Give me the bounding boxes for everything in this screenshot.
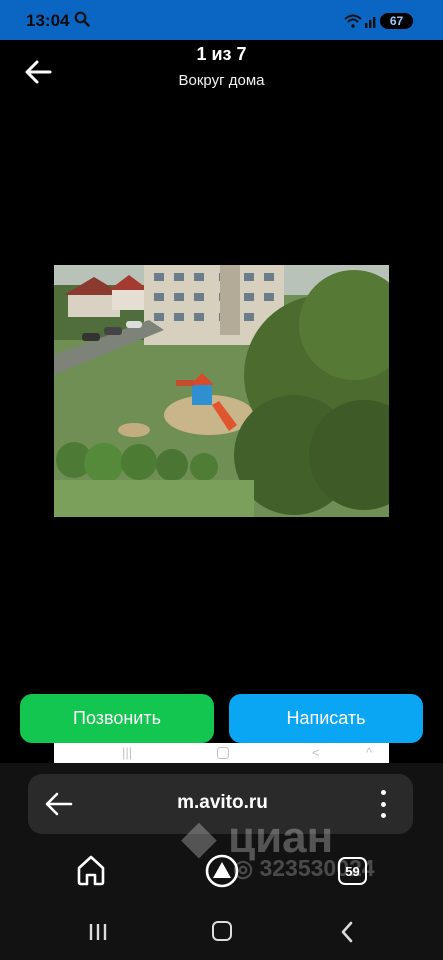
tabs-count: 59	[345, 863, 360, 879]
status-bar: 13:04 67	[0, 0, 443, 40]
call-button[interactable]: Позвонить	[20, 694, 214, 743]
signal-icon	[365, 17, 376, 28]
home-icon[interactable]	[74, 853, 108, 887]
listing-photo[interactable]	[54, 265, 389, 517]
wifi-icon	[344, 14, 362, 28]
back-nav-icon[interactable]	[339, 920, 355, 944]
embedded-nav-strip: ||| < ^	[54, 743, 389, 763]
home-nav-icon[interactable]	[212, 921, 232, 941]
arrow-left-icon[interactable]	[44, 791, 74, 817]
strip-back-icon: <	[312, 745, 320, 760]
url-text[interactable]: m.avito.ru	[150, 792, 295, 814]
strip-up-icon: ^	[366, 745, 373, 760]
battery-level: 67	[389, 14, 404, 28]
alice-icon[interactable]	[204, 853, 240, 889]
call-button-label: Позвонить	[73, 708, 161, 728]
strip-home-icon	[217, 747, 229, 759]
photo-counter: 1 из 7	[196, 44, 247, 64]
strip-recent-icon: |||	[122, 745, 133, 760]
write-button[interactable]: Написать	[229, 694, 423, 743]
write-button-label: Написать	[286, 708, 366, 728]
status-time: 13:04	[26, 11, 70, 30]
tabs-icon[interactable]: 59	[338, 857, 367, 885]
battery-icon: 67	[380, 13, 413, 29]
recent-apps-icon[interactable]	[88, 922, 108, 942]
more-vertical-icon[interactable]	[376, 790, 390, 818]
search-icon	[74, 11, 90, 27]
photo-caption: Вокруг дома	[178, 72, 265, 89]
